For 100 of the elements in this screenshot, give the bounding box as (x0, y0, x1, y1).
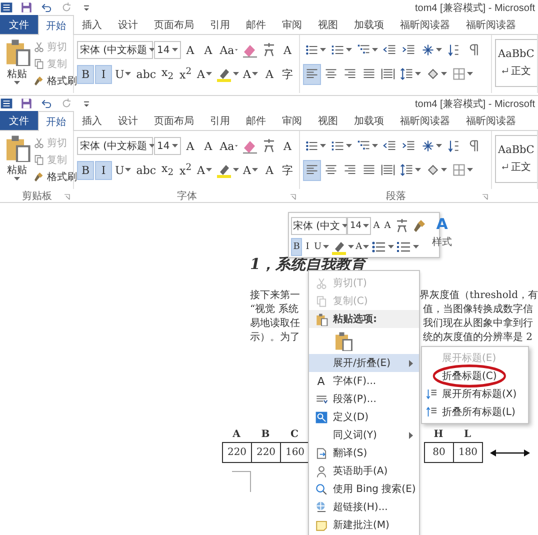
font-name-field[interactable]: 宋体 (中文标题 (77, 41, 153, 59)
paste-button[interactable]: 粘贴 (3, 38, 31, 93)
decrease-indent-icon[interactable] (383, 139, 397, 153)
shading-icon[interactable] (426, 67, 440, 81)
menu-item[interactable]: A 字体(F)... (309, 372, 419, 390)
font-size-field[interactable]: 14 (154, 137, 181, 155)
ribbon-tab[interactable]: 页面布局 (146, 111, 202, 130)
ribbon-tab[interactable]: 审阅 (274, 111, 310, 130)
save-icon[interactable] (20, 1, 33, 14)
ribbon-tab[interactable]: 引用 (202, 15, 238, 34)
numbered-list-icon[interactable] (331, 139, 345, 153)
line-spacing-icon[interactable] (400, 67, 414, 81)
underline-button[interactable]: U (113, 160, 134, 180)
superscript-button[interactable]: x$^{2}$ (177, 64, 194, 84)
eraser-icon[interactable] (242, 138, 258, 154)
superscript-button[interactable]: x$^{2}$ (177, 160, 194, 180)
ribbon-tab[interactable]: 插入 (74, 111, 110, 130)
borders-icon[interactable] (452, 163, 466, 177)
font-size-field[interactable]: 14 (347, 216, 371, 234)
grow-font-button[interactable]: A (182, 136, 199, 156)
undo-icon[interactable] (40, 97, 53, 110)
app-icon[interactable] (0, 1, 13, 14)
font-color-button[interactable]: A (241, 160, 260, 180)
bold-button[interactable]: B (77, 160, 94, 180)
eraser-icon[interactable] (242, 42, 258, 58)
italic-button[interactable]: I (302, 238, 313, 256)
bold-button[interactable]: B (291, 238, 302, 256)
ribbon-tab[interactable]: 页面布局 (146, 15, 202, 34)
menu-item[interactable]: 段落(P)... (309, 390, 419, 408)
undo-icon[interactable] (40, 1, 53, 14)
align-left-icon[interactable] (305, 163, 319, 177)
clipboard-command[interactable]: 格式刷 (33, 72, 77, 89)
ribbon-tab[interactable]: 邮件 (238, 111, 274, 130)
ribbon-tab[interactable]: 福昕阅读器 (392, 15, 458, 34)
shrink-font-button[interactable]: A (382, 216, 393, 234)
menu-item[interactable]: 折叠标题(C) (422, 367, 528, 385)
underline-button[interactable]: U (313, 238, 330, 256)
ribbon-tab[interactable]: 插入 (74, 15, 110, 34)
ribbon-tab[interactable]: 视图 (310, 15, 346, 34)
menu-item[interactable]: 使用 Bing 搜索(E) (309, 480, 419, 498)
line-spacing-icon[interactable] (400, 163, 414, 177)
ribbon-tab[interactable]: 视图 (310, 111, 346, 130)
align-left-icon[interactable] (305, 67, 319, 81)
sort-icon[interactable] (447, 139, 461, 153)
dialog-launcher-icon[interactable] (481, 193, 489, 201)
ribbon-tab[interactable]: 文件 (0, 15, 38, 34)
text-effect-button[interactable]: A (195, 160, 214, 180)
menu-item[interactable]: 展开所有标题(X) (422, 385, 528, 403)
app-icon[interactable] (0, 97, 13, 110)
align-right-icon[interactable] (343, 163, 357, 177)
bold-button[interactable]: B (77, 64, 94, 84)
highlighter-icon[interactable] (216, 66, 232, 82)
shrink-font-button[interactable]: A (200, 40, 217, 60)
ribbon-tab[interactable]: 福昕阅读器 (458, 111, 524, 130)
bullet-list-icon[interactable] (371, 238, 388, 254)
text-effect-button[interactable]: A (195, 64, 214, 84)
italic-button[interactable]: I (95, 160, 112, 180)
subscript-button[interactable]: x$_{2}$ (159, 160, 176, 180)
font-name-field[interactable]: 宋体 (中文 (291, 216, 347, 234)
change-case-button[interactable]: Aa (218, 136, 240, 156)
ribbon-tab[interactable]: 邮件 (238, 15, 274, 34)
menu-item[interactable]: 新建批注(M) (309, 516, 419, 534)
menu-item[interactable]: 英语助手(A) (309, 462, 419, 480)
align-center-icon[interactable] (324, 163, 338, 177)
character-border-button[interactable]: A (279, 40, 296, 60)
character-border-button[interactable]: A (279, 136, 296, 156)
ribbon-tab[interactable]: 加载项 (346, 15, 392, 34)
character-shading-button[interactable]: A (260, 64, 278, 84)
menu-item[interactable]: 折叠所有标题(L) (422, 403, 528, 421)
increase-indent-icon[interactable] (402, 43, 416, 57)
strikethrough-button[interactable]: abc (134, 64, 158, 84)
bullet-list-icon[interactable] (305, 43, 319, 57)
format-painter-icon[interactable] (412, 218, 428, 234)
ribbon-tab[interactable]: 文件 (0, 111, 38, 130)
ribbon-tab[interactable]: 设计 (110, 15, 146, 34)
grow-font-button[interactable]: A (182, 40, 199, 60)
decrease-indent-icon[interactable] (383, 43, 397, 57)
dialog-launcher-icon[interactable] (289, 193, 297, 201)
ribbon-tab[interactable]: 设计 (110, 111, 146, 130)
ribbon-tab[interactable]: 福昕阅读器 (458, 15, 524, 34)
shrink-font-button[interactable]: A (200, 136, 217, 156)
subscript-button[interactable]: x$_{2}$ (159, 64, 176, 84)
styles-button[interactable]: A 样式 (431, 215, 453, 255)
ribbon-tab[interactable]: 开始 (38, 111, 74, 131)
italic-button[interactable]: I (95, 64, 112, 84)
grow-font-button[interactable]: A (371, 216, 382, 234)
sort-icon[interactable] (447, 43, 461, 57)
save-icon[interactable] (20, 97, 33, 110)
font-name-field[interactable]: 宋体 (中文标题 (77, 137, 153, 155)
clipboard-command[interactable]: 格式刷 (33, 168, 77, 185)
style-gallery-item[interactable]: AaBbC 正文 (495, 39, 537, 87)
menu-item[interactable]: 翻译(S) (309, 444, 419, 462)
ribbon-tab[interactable]: 审阅 (274, 15, 310, 34)
distributed-icon[interactable] (381, 163, 395, 177)
ribbon-tab[interactable]: 福昕阅读器 (392, 111, 458, 130)
bullet-list-icon[interactable] (305, 139, 319, 153)
strikethrough-button[interactable]: abc (134, 160, 158, 180)
font-color-button[interactable]: A (241, 64, 260, 84)
font-color-button[interactable]: A (354, 238, 370, 256)
numbered-list-icon[interactable] (331, 43, 345, 57)
